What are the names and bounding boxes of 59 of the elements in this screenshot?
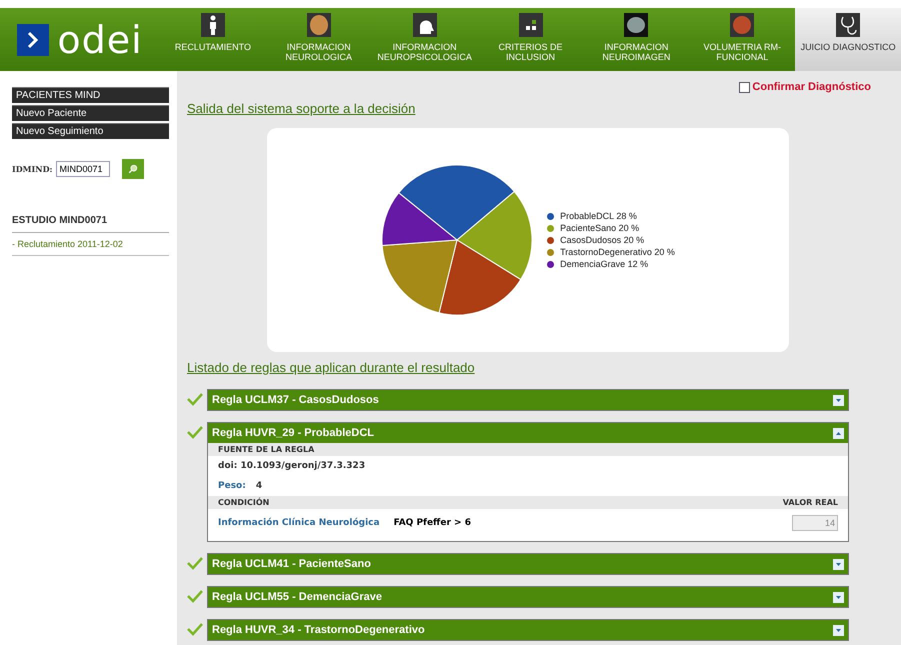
checkmark-icon [187,622,203,636]
rule-header[interactable]: Regla HUVR_34 - TrastornoDegenerativo [208,620,848,640]
field-label: IDMIND: [12,164,52,174]
study-link[interactable]: - Reclutamiento 2011-12-02 [12,233,169,256]
column-heading: CONDICIÓN [218,498,270,507]
legend-dot [547,260,554,268]
rule-header[interactable]: Regla UCLM55 - DemenciaGrave [208,587,848,607]
nav-tab[interactable]: JUICIO DIAGNOSTICO [795,8,901,71]
legend-label: PacienteSano 20 % [560,223,640,233]
confirm-checkbox[interactable]: Confirmar Diagnóstico [739,81,871,93]
source-text: doi: 10.1093/geronj/37.3.323 [218,461,366,471]
sidebar-menu-item[interactable]: Nuevo Paciente [12,105,169,121]
nav-tab[interactable]: CRITERIOS DE INCLUSION [478,8,584,71]
legend-label: CasosDudosos 20 % [560,235,644,245]
idmind-input-field[interactable]: MIND0071 [56,161,110,177]
nav-tab[interactable]: VOLUMETRIA RM-FUNCIONAL [689,8,796,71]
expand-icon [833,592,844,602]
nav-tab[interactable]: RECLUTAMIENTO [160,8,266,71]
legend-dot [547,236,554,244]
section-title: Listado de reglas que aplican durante el resultado [187,360,476,375]
legend-label: DemenciaGrave 12 % [560,259,648,269]
expand-icon [833,558,844,570]
rule-header[interactable]: Regla UCLM37 - CasosDudosos [208,390,848,410]
expand-icon [833,624,844,636]
legend-label: TrastornoDegenerativo 20 % [560,247,675,257]
weight-value: 4 [256,481,262,491]
checkmark-icon [187,392,203,406]
value-field[interactable]: 14 [792,515,838,531]
nav-tab[interactable]: INFORMACION NEUROIMAGEN [583,8,690,71]
head-icon [412,12,438,38]
person-icon [200,12,226,38]
legend-dot [547,212,554,220]
logo-chevron-icon [17,24,50,56]
sidebar-menu-item[interactable]: Nuevo Seguimiento [12,123,169,139]
legend-dot [547,248,554,256]
section-title: Salida del sistema soporte a la decisión [187,101,416,116]
expand-icon [833,394,844,406]
collapse-icon [833,428,844,438]
legend-label: ProbableDCL 28 % [560,211,637,221]
legend-dot [547,224,554,232]
rule-header[interactable]: Regla UCLM41 - PacienteSano [208,554,848,574]
checkmark-icon [187,556,203,570]
condition-section: Información Clínica Neurológica [218,518,380,528]
search-icon [128,163,138,175]
rule-header[interactable]: Regla HUVR_29 - ProbableDCL [208,423,848,443]
nav-tab[interactable]: INFORMACION NEUROLOGICA [266,8,372,71]
checkmark-icon [187,589,203,603]
blocks-icon [518,12,544,38]
column-heading: FUENTE DE LA REGLA [218,445,314,454]
weight-label: Peso: [218,481,246,491]
nav-tab[interactable]: INFORMACION NEUROPSICOLOGICA [372,8,478,71]
stethoscope-icon [835,12,862,38]
column-heading: VALOR REAL [782,498,838,507]
condition-rule: FAQ Pfeffer > 6 [394,518,471,528]
sidebar-menu-item[interactable]: PACIENTES MIND [12,87,169,103]
study-title: ESTUDIO MIND0071 [12,215,169,233]
checkmark-icon [187,425,203,439]
logo-text: odei [57,20,143,58]
search-button[interactable] [122,159,144,179]
